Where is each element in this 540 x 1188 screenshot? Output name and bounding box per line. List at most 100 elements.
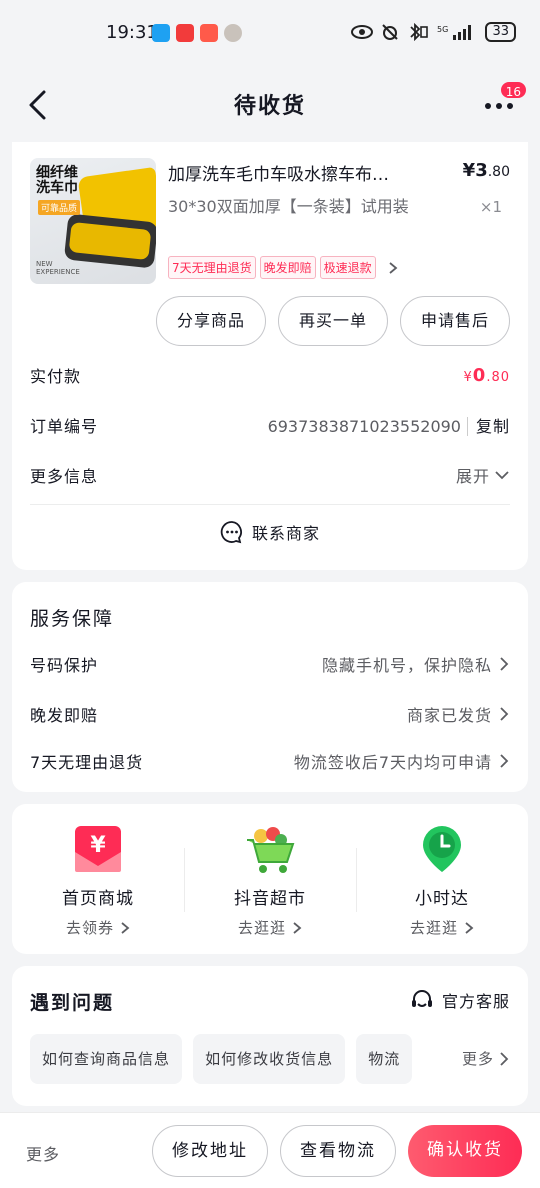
- shortcut-sub: 去逛逛: [184, 917, 356, 938]
- page-header: 待收货 16: [0, 70, 540, 140]
- order-number-label: 订单编号: [30, 417, 99, 436]
- thumb-new-text: NEW EXPERIENCE: [36, 260, 80, 276]
- service-guarantee-card: 服务保障 号码保护 隐藏手机号，保护隐私 晚发即赔 商家已发货 7天无理由退货 …: [12, 582, 528, 792]
- paid-integer: 0: [472, 364, 487, 386]
- shortcut-sub: 去领券: [12, 917, 184, 938]
- shortcut-sub-text: 去领券: [65, 919, 114, 937]
- headset-icon: [411, 990, 432, 1007]
- chevron-right-icon: [500, 707, 509, 721]
- order-product-card: 细纤维 洗车巾 可靠品质 NEW EXPERIENCE 加厚洗车毛巾车吸水擦车布…: [12, 142, 528, 570]
- more-info-label: 更多信息: [30, 467, 99, 486]
- service-desc-text: 物流签收后7天内均可申请: [293, 753, 492, 772]
- status-time: 19:31: [106, 22, 158, 43]
- status-app-icons: [152, 24, 242, 42]
- shortcuts-card: ¥ 首页商城 去领券 抖音超市 去逛逛 小时达 去逛逛: [12, 804, 528, 954]
- service-desc-text: 商家已发货: [406, 706, 492, 725]
- chat-bubble-icon: [220, 521, 242, 544]
- faq-chip[interactable]: 物流: [356, 1034, 413, 1084]
- shortcut-douyin-supermarket[interactable]: 抖音超市 去逛逛: [184, 822, 356, 938]
- shortcut-sub: 去逛逛: [356, 917, 528, 938]
- share-product-button[interactable]: 分享商品: [155, 296, 266, 346]
- chevron-right-icon: [500, 657, 509, 671]
- problems-card: 遇到问题 官方客服 如何查询商品信息 如何修改收货信息 物流 更多: [12, 966, 528, 1106]
- svg-text:5G: 5G: [437, 25, 448, 34]
- faq-more-label: 更多: [461, 1050, 494, 1068]
- notification-badge: 16: [498, 80, 528, 100]
- faq-more-button[interactable]: 更多: [462, 1048, 510, 1069]
- price-decimal: .80: [487, 164, 510, 180]
- service-row-number-protection[interactable]: 号码保护 隐藏手机号，保护隐私: [30, 650, 510, 678]
- modify-address-button[interactable]: 修改地址: [152, 1125, 268, 1177]
- faq-chip[interactable]: 如何修改收货信息: [193, 1034, 346, 1084]
- signal-icon: 5G: [437, 25, 472, 40]
- tag-7day-return: 7天无理由退货: [168, 256, 256, 279]
- product-price: ¥3.80: [463, 160, 510, 181]
- chevron-right-icon: [389, 261, 398, 274]
- bottom-more-button[interactable]: 更多: [26, 1141, 60, 1165]
- status-bar: 19:31 5G 33: [0, 0, 540, 68]
- product-title[interactable]: 加厚洗车毛巾车吸水擦车布…: [168, 160, 438, 185]
- page-title: 待收货: [233, 94, 306, 119]
- product-thumbnail[interactable]: 细纤维 洗车巾 可靠品质 NEW EXPERIENCE: [30, 158, 156, 284]
- paid-amount-row: 实付款 ¥0.80: [30, 360, 510, 390]
- paid-label: 实付款: [30, 367, 82, 386]
- tag-fast-refund: 极速退款: [319, 256, 376, 279]
- shortcut-sub-text: 去逛逛: [237, 919, 286, 937]
- shortcut-sub-text: 去逛逛: [409, 919, 458, 937]
- status-indicators: 5G 33: [351, 22, 516, 42]
- shortcut-name: 小时达: [415, 889, 469, 909]
- product-actions: 分享商品 再买一单 申请售后: [155, 296, 510, 346]
- order-number-row: 订单编号 6937383871023552090 复制: [30, 410, 510, 440]
- service-label: 晚发即赔: [30, 706, 99, 725]
- chevron-right-icon: [293, 921, 302, 934]
- bluetooth-battery-icon: [410, 23, 429, 41]
- clock-pin-icon: [415, 822, 469, 876]
- service-label: 号码保护: [30, 656, 99, 675]
- eye-icon: [351, 25, 374, 39]
- shortcut-hourly-delivery[interactable]: 小时达 去逛逛: [356, 822, 528, 938]
- avatar-app-icon: [224, 24, 242, 42]
- service-desc-text: 隐藏手机号，保护隐私: [321, 656, 492, 675]
- divider: [30, 504, 510, 505]
- yuan-coupon-icon: ¥: [71, 822, 125, 876]
- contact-label: 联系商家: [251, 524, 320, 543]
- official-service-button[interactable]: 官方客服: [410, 988, 510, 1012]
- copy-button[interactable]: 复制: [466, 417, 510, 436]
- shopping-app-icon: [176, 24, 194, 42]
- price-integer: 3: [475, 160, 488, 181]
- section-title: 服务保障: [30, 608, 115, 630]
- chevron-right-icon: [500, 754, 509, 768]
- official-service-label: 官方客服: [441, 992, 510, 1011]
- product-spec: 30*30双面加厚【一条装】试用装: [168, 197, 409, 216]
- order-number-group: 6937383871023552090 复制: [268, 413, 510, 437]
- thumb-label: 细纤维 洗车巾: [36, 165, 78, 196]
- faq-chip[interactable]: 如何查询商品信息: [30, 1034, 183, 1084]
- paid-decimal: .80: [486, 369, 510, 385]
- paid-amount: ¥0.80: [464, 365, 511, 386]
- faq-list: 如何查询商品信息 如何修改收货信息 物流: [30, 1034, 442, 1084]
- shortcut-name: 抖音超市: [234, 889, 306, 909]
- confirm-receipt-button[interactable]: 确认收货: [408, 1125, 522, 1177]
- battery-indicator: 33: [485, 22, 516, 42]
- chevron-right-icon: [500, 1051, 509, 1066]
- rebuy-button[interactable]: 再买一单: [277, 296, 388, 346]
- service-tags[interactable]: 7天无理由退货 晚发即赔 极速退款: [168, 256, 400, 279]
- more-info-row[interactable]: 更多信息 展开: [30, 460, 510, 490]
- thumb-tag: 可靠品质: [38, 200, 81, 215]
- shortcut-home-mall[interactable]: ¥ 首页商城 去领券: [12, 822, 184, 938]
- view-logistics-button[interactable]: 查看物流: [280, 1125, 396, 1177]
- section-title: 遇到问题: [30, 992, 115, 1014]
- service-row-7day-return[interactable]: 7天无理由退货 物流签收后7天内均可申请: [30, 747, 510, 775]
- service-label: 7天无理由退货: [30, 753, 144, 772]
- message-app-icon: [152, 24, 170, 42]
- tag-late-compensation: 晚发即赔: [259, 256, 316, 279]
- expand-label: 展开: [455, 467, 490, 486]
- after-sale-button[interactable]: 申请售后: [399, 296, 510, 346]
- contact-merchant-button[interactable]: 联系商家: [12, 520, 528, 544]
- service-desc: 隐藏手机号，保护隐私: [322, 652, 510, 676]
- service-row-late-compensation[interactable]: 晚发即赔 商家已发货: [30, 700, 510, 728]
- price-symbol: ¥: [462, 160, 476, 181]
- shopping-cart-icon: [243, 822, 297, 876]
- expand-toggle[interactable]: 展开: [456, 463, 510, 487]
- service-desc: 物流签收后7天内均可申请: [294, 749, 510, 773]
